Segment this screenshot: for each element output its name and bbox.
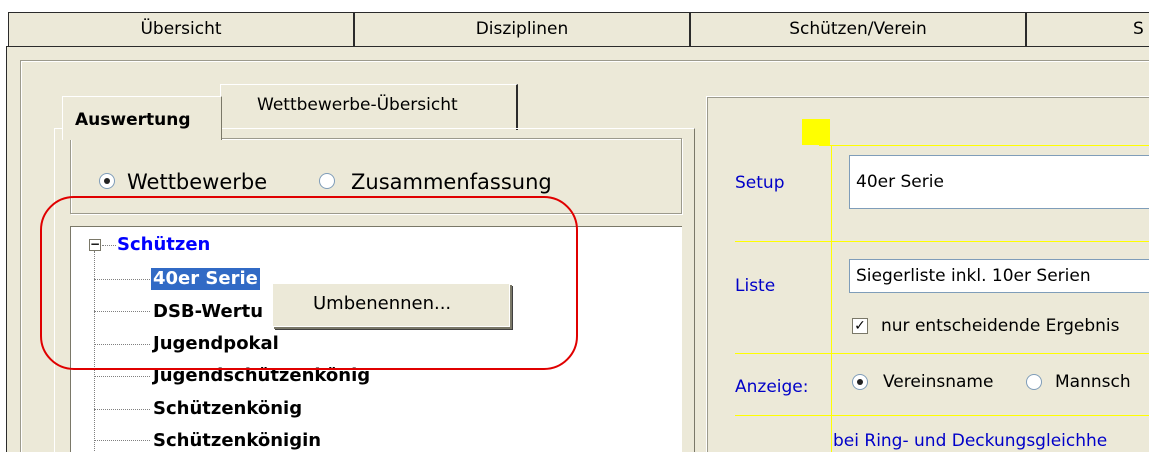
grid-line xyxy=(819,145,1149,146)
tree-item-schuetzenkoenigin[interactable]: Schützenkönigin xyxy=(153,430,321,452)
anzeige-label: Anzeige: xyxy=(735,377,809,397)
tree-connector xyxy=(94,344,150,345)
tab-wettbewerbe-uebersicht[interactable]: Wettbewerbe-Übersicht xyxy=(220,84,518,130)
setup-label: Setup xyxy=(735,173,785,193)
color-indicator xyxy=(802,119,830,145)
tree-connector xyxy=(94,311,150,312)
tree-root-schuetzen[interactable]: Schützen xyxy=(117,234,210,256)
liste-label: Liste xyxy=(735,276,776,296)
radio-wettbewerbe-label: Wettbewerbe xyxy=(127,170,268,194)
tree-item-jugendschuetzenkoenig[interactable]: Jugendschützenkönig xyxy=(153,365,370,387)
grid-line xyxy=(735,241,1149,242)
tab-wettbewerbe-uebersicht-label: Wettbewerbe-Übersicht xyxy=(257,95,458,115)
grid-line xyxy=(735,415,1149,416)
tree-item-schuetzenkoenig[interactable]: Schützenkönig xyxy=(153,398,302,420)
top-tab-strip: Übersicht Disziplinen Schützen/Verein S xyxy=(0,0,1149,48)
gleichheit-info: bei Ring- und Deckungsgleichhe xyxy=(833,431,1108,451)
radio-zusammenfassung[interactable] xyxy=(319,173,335,189)
radio-mannschaft-label: Mannsch xyxy=(1055,372,1131,392)
tree-connector xyxy=(94,409,150,410)
liste-dropdown[interactable]: Siegerliste inkl. 10er Serien xyxy=(849,259,1149,293)
menu-item-umbenennen[interactable]: Umbenennen... xyxy=(313,293,451,315)
tab-uebersicht[interactable]: Übersicht xyxy=(8,12,354,46)
entscheidende-label: nur entscheidende Ergebnis xyxy=(881,316,1120,336)
radio-mannschaft[interactable] xyxy=(1026,374,1042,390)
tab-uebersicht-label: Übersicht xyxy=(140,19,222,39)
tab-disziplinen-label: Disziplinen xyxy=(475,19,569,39)
radio-vereinsname[interactable] xyxy=(852,374,868,390)
collapse-icon[interactable]: − xyxy=(89,238,101,251)
tab-schuetzen-verein[interactable]: Schützen/Verein xyxy=(690,12,1026,46)
tree-connector xyxy=(102,245,116,246)
tab-auswertung-label: Auswertung xyxy=(75,110,191,130)
tab-s[interactable]: S xyxy=(1026,12,1149,46)
liste-value: Siegerliste inkl. 10er Serien xyxy=(856,266,1091,286)
tree-item-dsb-wertung[interactable]: DSB-Wertu xyxy=(153,301,263,323)
tree-item-jugendpokal[interactable]: Jugendpokal xyxy=(153,333,279,355)
tab-s-label: S xyxy=(1133,19,1144,39)
grid-line xyxy=(735,353,1149,354)
radio-selected-dot xyxy=(857,379,863,385)
mode-radio-group: Wettbewerbe Zusammenfassung xyxy=(70,138,682,214)
tab-disziplinen[interactable]: Disziplinen xyxy=(354,12,690,46)
tree-connector xyxy=(94,440,150,441)
radio-zusammenfassung-label: Zusammenfassung xyxy=(351,170,552,194)
setup-field[interactable]: 40er Serie xyxy=(849,155,1149,209)
entscheidende-checkbox[interactable]: ✓ xyxy=(852,318,868,334)
radio-selected-dot xyxy=(104,178,110,184)
context-menu: Umbenennen... xyxy=(272,283,510,327)
tree-connector xyxy=(94,251,95,451)
tree-connector xyxy=(94,376,150,377)
settings-panel: Setup 40er Serie Liste Siegerliste inkl.… xyxy=(706,96,1149,452)
radio-wettbewerbe[interactable] xyxy=(99,173,115,189)
tab-schuetzen-verein-label: Schützen/Verein xyxy=(789,19,927,39)
setup-value: 40er Serie xyxy=(856,172,944,192)
competition-tree[interactable]: − Schützen 40er Serie DSB-Wertu Jugendpo… xyxy=(70,226,682,452)
tree-item-40er-serie[interactable]: 40er Serie xyxy=(151,268,260,290)
tree-connector xyxy=(94,279,150,280)
radio-vereinsname-label: Vereinsname xyxy=(883,372,994,392)
tab-auswertung[interactable]: Auswertung xyxy=(62,96,222,140)
grid-line xyxy=(831,145,832,452)
